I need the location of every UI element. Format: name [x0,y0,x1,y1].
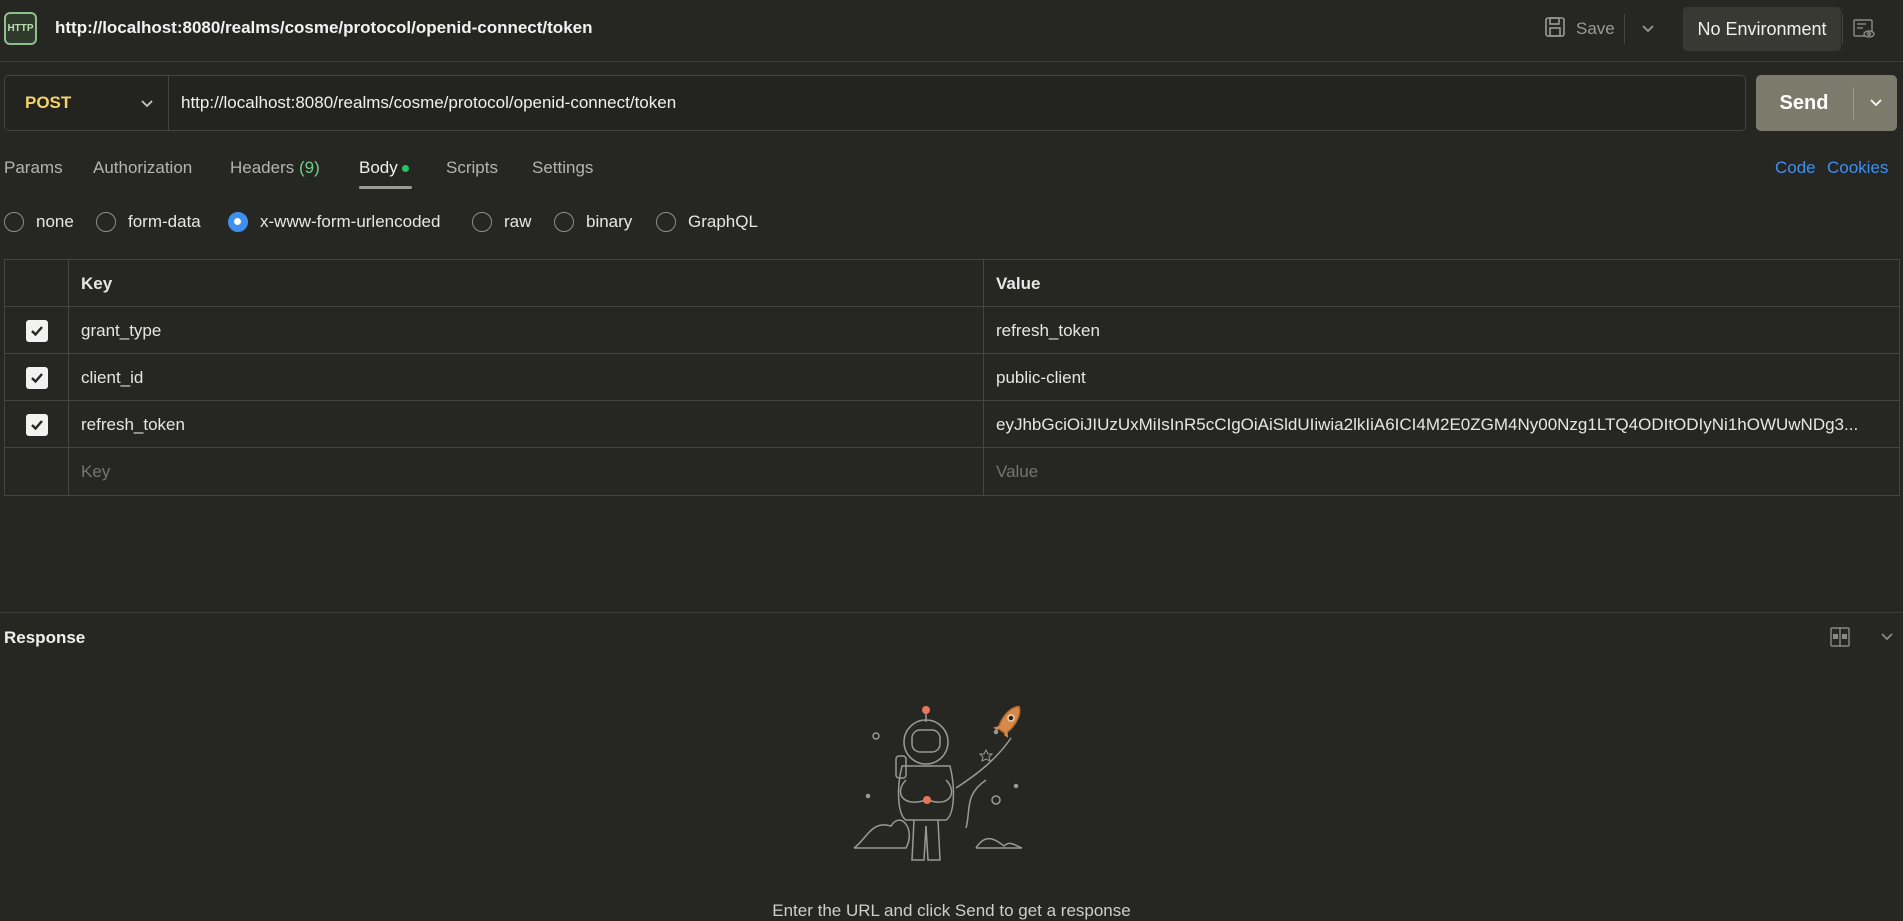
environment-label: No Environment [1697,18,1827,39]
new-value-input[interactable]: Value [983,448,1898,495]
row-check-cell [5,354,69,401]
radio-label: form-data [128,212,201,231]
radio-label: binary [586,212,633,231]
key-input[interactable]: refresh_token [81,401,981,448]
headers-count: (9) [299,158,320,177]
table-row: client_id public-client [5,354,1899,401]
tab-scripts[interactable]: Scripts [446,158,498,178]
header-check-cell [5,260,69,307]
collapse-response-chevron-down-icon[interactable] [1876,626,1898,648]
row-enabled-checkbox[interactable] [25,319,48,342]
new-key-input[interactable]: Key [81,448,981,495]
radio-checked-icon [228,212,248,232]
radio-urlencoded[interactable]: x-www-form-urlencoded [228,212,440,232]
method-select[interactable]: POST [5,76,169,130]
url-input[interactable]: http://localhost:8080/realms/cosme/proto… [181,76,1721,130]
radio-none[interactable]: none [4,212,74,232]
radio-icon [656,212,676,232]
row-check-cell [5,307,69,354]
table-row-empty: Key Value [5,448,1899,495]
radio-label: GraphQL [688,212,758,231]
table-row: grant_type refresh_token [5,307,1899,354]
save-icon [1544,16,1566,43]
method-label: POST [25,93,72,112]
radio-icon [472,212,492,232]
tab-params[interactable]: Params [4,158,63,178]
tab-headers-label: Headers [230,158,295,177]
row-enabled-checkbox[interactable] [25,366,48,389]
radio-raw[interactable]: raw [472,212,531,232]
value-input[interactable]: eyJhbGciOiJIUzUxMiIsInR5cCIgOiAiSldUIiwi… [983,401,1898,448]
save-label: Save [1576,19,1615,38]
response-title: Response [4,628,86,647]
chevron-down-icon [140,94,154,114]
body-indicator-dot [401,165,409,173]
key-input[interactable]: grant_type [81,307,981,354]
tab-headers[interactable]: Headers (9) [230,158,320,178]
radio-icon [554,212,574,232]
http-request-icon: HTTP [4,12,37,45]
environment-select[interactable]: No Environment [1683,7,1841,51]
request-tabs: Params Authorization Headers (9) Body Sc… [0,150,1903,190]
request-title[interactable]: http://localhost:8080/realms/cosme/proto… [55,18,592,38]
radio-label: raw [504,212,532,231]
response-empty-message: Enter the URL and click Send to get a re… [772,901,1131,920]
table-row: refresh_token eyJhbGciOiJIUzUxMiIsInR5cC… [5,401,1899,448]
radio-binary[interactable]: binary [554,212,632,232]
tab-authorization[interactable]: Authorization [93,158,192,178]
cookies-link[interactable]: Cookies [1827,158,1888,178]
urlencoded-params-table: Key Value grant_type refresh_token clien… [4,259,1900,496]
key-column-header: Key [81,273,113,293]
value-input[interactable]: public-client [983,354,1898,401]
radio-icon [4,212,24,232]
row-check-cell [5,401,69,448]
row-enabled-checkbox[interactable] [25,413,48,436]
top-bar: HTTP http://localhost:8080/realms/cosme/… [0,0,1903,62]
response-resize-divider[interactable] [0,612,1903,613]
key-input[interactable]: client_id [81,354,981,401]
active-tab-indicator [359,186,412,189]
send-options-chevron-down-icon[interactable] [1856,75,1896,131]
radio-label: none [36,212,74,231]
divider [1853,87,1854,119]
send-button[interactable]: Send [1756,75,1897,131]
value-input[interactable]: refresh_token [983,307,1898,354]
radio-form-data[interactable]: form-data [96,212,201,232]
environment-quick-look-icon[interactable] [1849,14,1879,44]
table-header-row: Key Value [5,260,1899,307]
layout-toggle-icon[interactable] [1829,626,1851,648]
divider [1624,14,1625,44]
tab-body[interactable]: Body [359,158,409,178]
save-button[interactable]: Save [1544,14,1615,44]
radio-graphql[interactable]: GraphQL [656,212,758,232]
save-options-chevron-down-icon[interactable] [1634,14,1662,44]
divider [1842,14,1843,44]
astronaut-illustration-icon [846,700,1056,870]
radio-icon [96,212,116,232]
code-link[interactable]: Code [1775,158,1816,178]
request-url-bar: POST http://localhost:8080/realms/cosme/… [4,75,1746,131]
tab-settings[interactable]: Settings [532,158,593,178]
radio-label: x-www-form-urlencoded [260,212,441,231]
tab-body-label: Body [359,158,398,177]
row-check-cell [5,448,69,495]
value-column-header: Value [983,260,1898,307]
send-label: Send [1779,91,1829,114]
